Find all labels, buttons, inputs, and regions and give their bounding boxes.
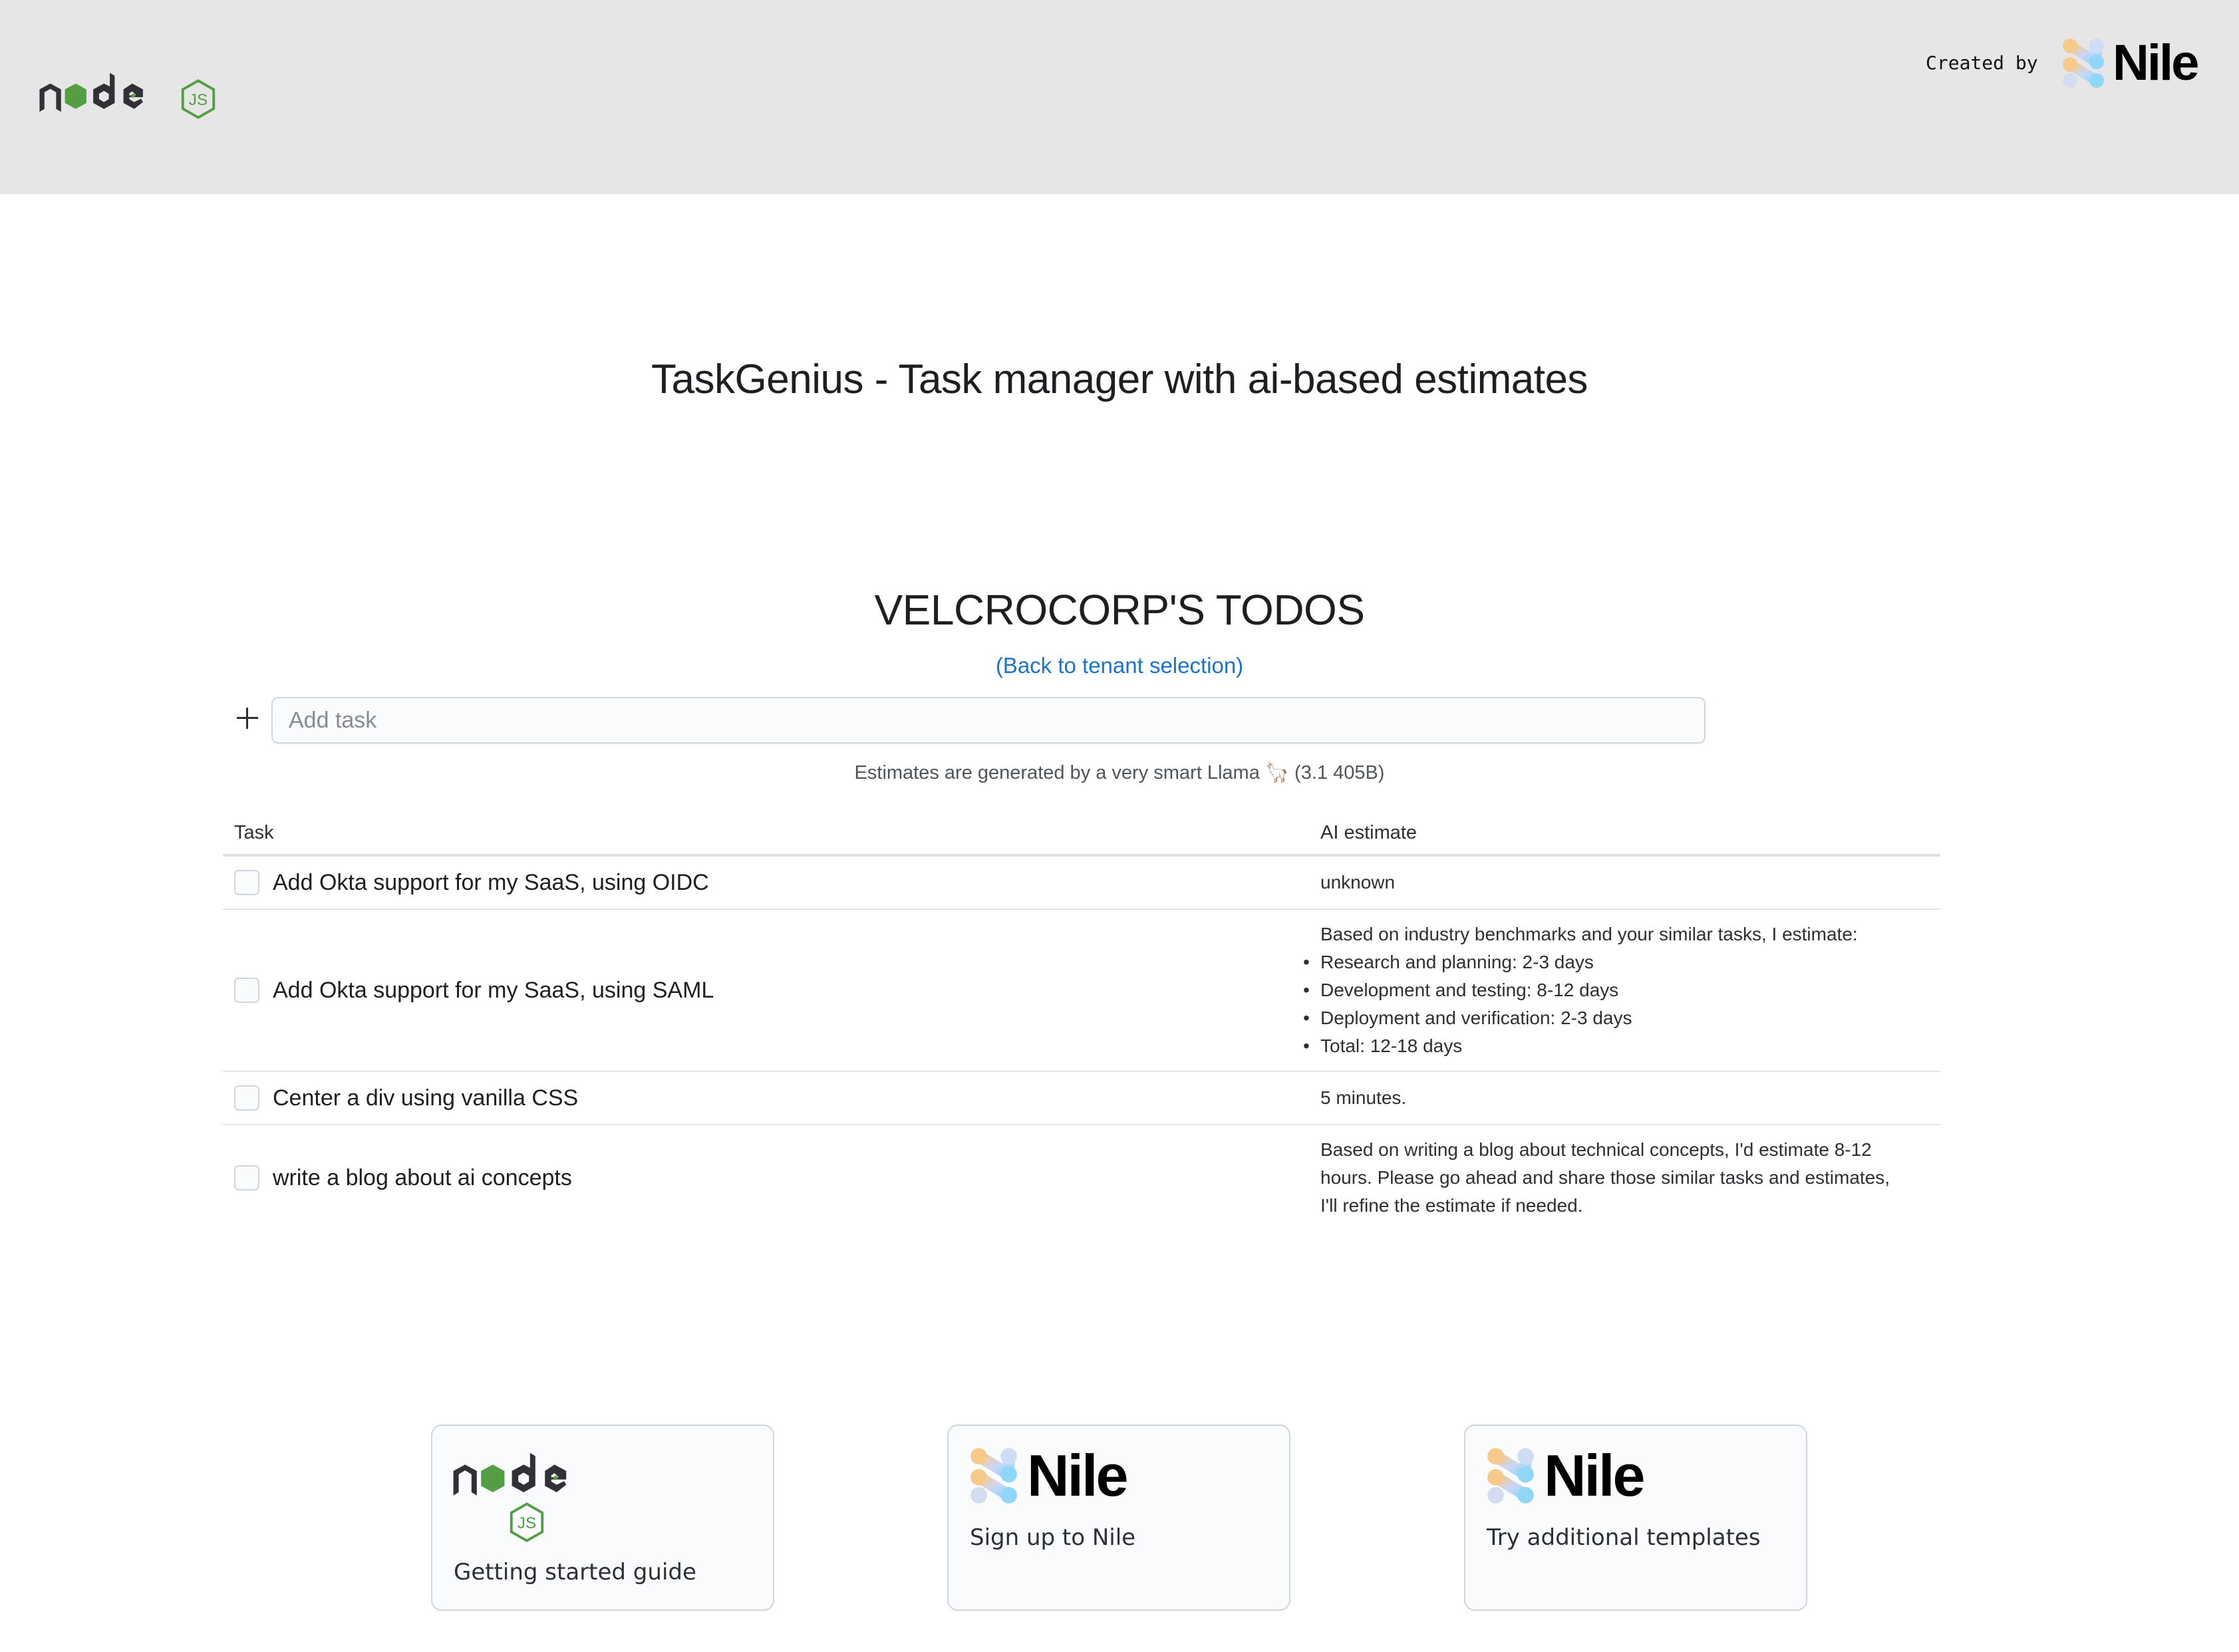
add-task-plus-icon[interactable] bbox=[235, 706, 259, 730]
table-row: write a blog about ai concepts Based on … bbox=[223, 1125, 1940, 1230]
estimate-text: 5 minutes. bbox=[1320, 1087, 1407, 1108]
table-header-row: Task AI estimate bbox=[223, 811, 1940, 857]
column-header-ai-estimate: AI estimate bbox=[1309, 811, 1940, 857]
column-header-task: Task bbox=[223, 811, 1309, 857]
estimate-text: Based on industry benchmarks and your si… bbox=[1320, 924, 1858, 944]
back-link-container: (Back to tenant selection) bbox=[0, 653, 2239, 678]
nile-logo: Nile bbox=[1487, 1443, 1645, 1508]
getting-started-guide-card[interactable]: Getting started guide bbox=[431, 1425, 774, 1611]
nile-mark-icon bbox=[2062, 38, 2105, 88]
js-hexagon-icon bbox=[508, 1502, 545, 1543]
estimate-list: Research and planning: 2-3 days Developm… bbox=[1303, 948, 1940, 1060]
estimate-text: unknown bbox=[1320, 872, 1396, 893]
estimate-cell: 5 minutes. bbox=[1309, 1071, 1940, 1125]
table-row: Add Okta support for my SaaS, using OIDC… bbox=[223, 855, 1940, 910]
task-table: Task AI estimate Add Okta support for my… bbox=[223, 811, 1940, 1230]
node-js-logo[interactable] bbox=[39, 64, 225, 124]
task-checkbox[interactable] bbox=[234, 1085, 259, 1111]
estimates-note: Estimates are generated by a very smart … bbox=[854, 762, 1385, 783]
estimate-cell: Based on industry benchmarks and your si… bbox=[1303, 909, 1940, 1072]
top-header: Created by Nile bbox=[0, 0, 2239, 194]
task-item: Add Okta support for my SaaS, using SAML bbox=[223, 978, 1309, 1004]
page-title: TaskGenius - Task manager with ai-based … bbox=[651, 356, 1588, 402]
estimate-list-item: Total: 12-18 days bbox=[1303, 1032, 1940, 1060]
estimate-text: Based on writing a blog about technical … bbox=[1320, 1139, 1890, 1216]
estimate-list-item: Development and testing: 8-12 days bbox=[1303, 976, 1940, 1004]
task-item: write a blog about ai concepts bbox=[223, 1165, 1309, 1191]
node-js-logo bbox=[452, 1446, 612, 1546]
back-to-tenant-selection-link[interactable]: (Back to tenant selection) bbox=[996, 653, 1243, 678]
task-cell: write a blog about ai concepts bbox=[223, 1125, 1309, 1230]
card-label: Try additional templates bbox=[1487, 1524, 1761, 1551]
nile-mark-icon bbox=[970, 1446, 1018, 1506]
task-checkbox[interactable] bbox=[234, 1165, 259, 1190]
task-cell: Center a div using vanilla CSS bbox=[223, 1071, 1309, 1125]
card-label: Getting started guide bbox=[454, 1559, 696, 1585]
estimate-list-item: Deployment and verification: 2-3 days bbox=[1303, 1004, 1940, 1032]
estimate-cell: unknown bbox=[1309, 855, 1940, 910]
task-name: Add Okta support for my SaaS, using SAML bbox=[273, 977, 714, 1003]
estimate-block: Based on industry benchmarks and your si… bbox=[1303, 910, 1940, 1071]
nile-mark-icon bbox=[1487, 1446, 1535, 1506]
sign-up-to-nile-card[interactable]: Nile Sign up to Nile bbox=[947, 1425, 1290, 1611]
task-cell: Add Okta support for my SaaS, using OIDC bbox=[223, 855, 1309, 910]
task-checkbox[interactable] bbox=[234, 870, 259, 895]
try-additional-templates-card[interactable]: Nile Try additional templates bbox=[1464, 1425, 1807, 1611]
node-wordmark-icon bbox=[39, 64, 185, 124]
card-label: Sign up to Nile bbox=[970, 1524, 1136, 1551]
nile-logo[interactable]: Nile bbox=[2062, 35, 2199, 91]
created-by-label: Created by bbox=[1926, 52, 2038, 74]
task-item: Add Okta support for my SaaS, using OIDC bbox=[223, 870, 1309, 896]
js-hexagon-icon bbox=[180, 78, 217, 120]
add-task-input[interactable] bbox=[271, 697, 1706, 744]
table-row: Center a div using vanilla CSS 5 minutes… bbox=[223, 1071, 1940, 1125]
tenant-title: VELCROCORP'S TODOS bbox=[874, 586, 1365, 634]
task-name: write a blog about ai concepts bbox=[273, 1165, 572, 1190]
task-item: Center a div using vanilla CSS bbox=[223, 1085, 1309, 1111]
estimate-cell: Based on writing a blog about technical … bbox=[1309, 1125, 1940, 1230]
task-cell: Add Okta support for my SaaS, using SAML bbox=[223, 909, 1309, 1072]
nile-wordmark: Nile bbox=[2113, 35, 2199, 91]
table-row: Add Okta support for my SaaS, using SAML… bbox=[223, 909, 1940, 1072]
task-name: Center a div using vanilla CSS bbox=[273, 1085, 579, 1111]
nile-wordmark: Nile bbox=[1544, 1443, 1645, 1508]
nile-wordmark: Nile bbox=[1027, 1443, 1128, 1508]
task-name: Add Okta support for my SaaS, using OIDC bbox=[273, 869, 709, 895]
node-wordmark-icon bbox=[452, 1446, 612, 1506]
estimate-list-item: Research and planning: 2-3 days bbox=[1303, 948, 1940, 976]
task-checkbox[interactable] bbox=[234, 978, 259, 1003]
nile-logo: Nile bbox=[970, 1443, 1128, 1508]
